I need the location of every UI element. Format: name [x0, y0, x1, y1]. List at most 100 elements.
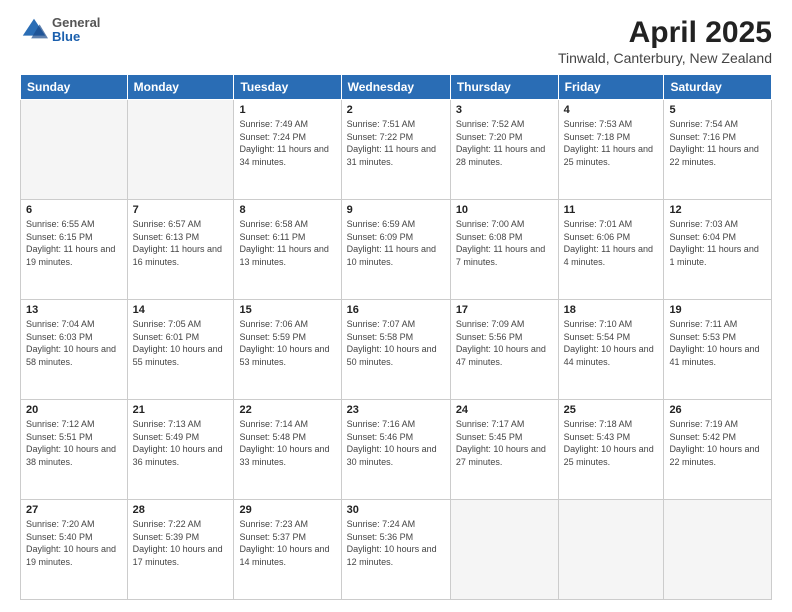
day-cell: 29 Sunrise: 7:23 AMSunset: 5:37 PMDayligh…	[234, 500, 341, 600]
day-number: 26	[669, 404, 766, 416]
day-number: 3	[456, 104, 553, 116]
weekday-wednesday: Wednesday	[341, 75, 450, 100]
day-cell: 7 Sunrise: 6:57 AMSunset: 6:13 PMDaylight…	[127, 200, 234, 300]
day-number: 11	[564, 204, 659, 216]
day-number: 23	[347, 404, 445, 416]
day-cell: 30 Sunrise: 7:24 AMSunset: 5:36 PMDayligh…	[341, 500, 450, 600]
day-number: 21	[133, 404, 229, 416]
day-number: 17	[456, 304, 553, 316]
day-cell: 15Sunrise: 7:06 AMSunset: 5:59 PMDayligh…	[234, 300, 341, 400]
day-number: 27	[26, 504, 122, 516]
day-cell: 23 Sunrise: 7:16 AMSunset: 5:46 PMDayligh…	[341, 400, 450, 500]
day-info: Sunrise: 7:52 AMSunset: 7:20 PMDaylight:…	[456, 118, 553, 168]
day-info: Sunrise: 7:49 AMSunset: 7:24 PMDaylight:…	[239, 118, 335, 168]
day-cell	[558, 500, 664, 600]
day-info: Sunrise: 7:24 AMSunset: 5:36 PMDaylight:…	[347, 518, 445, 568]
day-info: Sunrise: 7:07 AMSunset: 5:58 PMDaylight:…	[347, 318, 445, 368]
day-cell: 19 Sunrise: 7:11 AMSunset: 5:53 PMDayligh…	[664, 300, 772, 400]
day-info: Sunrise: 7:13 AMSunset: 5:49 PMDaylight:…	[133, 418, 229, 468]
week-row-3: 20 Sunrise: 7:12 AMSunset: 5:51 PMDayligh…	[21, 400, 772, 500]
day-number: 9	[347, 204, 445, 216]
day-info: Sunrise: 7:19 AMSunset: 5:42 PMDaylight:…	[669, 418, 766, 468]
weekday-tuesday: Tuesday	[234, 75, 341, 100]
day-cell	[450, 500, 558, 600]
day-info: Sunrise: 7:14 AMSunset: 5:48 PMDaylight:…	[239, 418, 335, 468]
weekday-friday: Friday	[558, 75, 664, 100]
day-number: 22	[239, 404, 335, 416]
day-info: Sunrise: 7:03 AMSunset: 6:04 PMDaylight:…	[669, 218, 766, 268]
weekday-monday: Monday	[127, 75, 234, 100]
day-info: Sunrise: 6:58 AMSunset: 6:11 PMDaylight:…	[239, 218, 335, 268]
calendar-table: SundayMondayTuesdayWednesdayThursdayFrid…	[20, 74, 772, 600]
day-cell: 2Sunrise: 7:51 AMSunset: 7:22 PMDaylight…	[341, 100, 450, 200]
day-cell: 10 Sunrise: 7:00 AMSunset: 6:08 PMDayligh…	[450, 200, 558, 300]
day-info: Sunrise: 6:59 AMSunset: 6:09 PMDaylight:…	[347, 218, 445, 268]
weekday-row: SundayMondayTuesdayWednesdayThursdayFrid…	[21, 75, 772, 100]
day-number: 14	[133, 304, 229, 316]
day-number: 12	[669, 204, 766, 216]
day-number: 18	[564, 304, 659, 316]
day-cell: 27 Sunrise: 7:20 AMSunset: 5:40 PMDayligh…	[21, 500, 128, 600]
day-number: 15	[239, 304, 335, 316]
day-cell: 6Sunrise: 6:55 AMSunset: 6:15 PMDaylight…	[21, 200, 128, 300]
day-number: 4	[564, 104, 659, 116]
day-number: 19	[669, 304, 766, 316]
day-number: 20	[26, 404, 122, 416]
day-number: 8	[239, 204, 335, 216]
day-cell: 26 Sunrise: 7:19 AMSunset: 5:42 PMDayligh…	[664, 400, 772, 500]
day-info: Sunrise: 7:11 AMSunset: 5:53 PMDaylight:…	[669, 318, 766, 368]
day-cell: 22 Sunrise: 7:14 AMSunset: 5:48 PMDayligh…	[234, 400, 341, 500]
day-cell: 3 Sunrise: 7:52 AMSunset: 7:20 PMDaylight…	[450, 100, 558, 200]
day-cell: 18Sunrise: 7:10 AMSunset: 5:54 PMDayligh…	[558, 300, 664, 400]
logo-text: General Blue	[52, 16, 100, 45]
day-number: 7	[133, 204, 229, 216]
day-cell	[127, 100, 234, 200]
week-row-1: 6Sunrise: 6:55 AMSunset: 6:15 PMDaylight…	[21, 200, 772, 300]
day-number: 5	[669, 104, 766, 116]
day-cell: 13 Sunrise: 7:04 AMSunset: 6:03 PMDayligh…	[21, 300, 128, 400]
day-number: 30	[347, 504, 445, 516]
day-cell: 8 Sunrise: 6:58 AMSunset: 6:11 PMDaylight…	[234, 200, 341, 300]
day-info: Sunrise: 7:16 AMSunset: 5:46 PMDaylight:…	[347, 418, 445, 468]
logo-blue: Blue	[52, 30, 100, 44]
day-cell: 9 Sunrise: 6:59 AMSunset: 6:09 PMDaylight…	[341, 200, 450, 300]
calendar-body: 1 Sunrise: 7:49 AMSunset: 7:24 PMDaylight…	[21, 100, 772, 600]
day-number: 24	[456, 404, 553, 416]
day-number: 1	[239, 104, 335, 116]
day-number: 16	[347, 304, 445, 316]
calendar-subtitle: Tinwald, Canterbury, New Zealand	[558, 50, 772, 66]
day-cell	[664, 500, 772, 600]
day-cell: 16 Sunrise: 7:07 AMSunset: 5:58 PMDayligh…	[341, 300, 450, 400]
day-number: 10	[456, 204, 553, 216]
weekday-saturday: Saturday	[664, 75, 772, 100]
day-info: Sunrise: 7:22 AMSunset: 5:39 PMDaylight:…	[133, 518, 229, 568]
weekday-sunday: Sunday	[21, 75, 128, 100]
day-cell: 5 Sunrise: 7:54 AMSunset: 7:16 PMDaylight…	[664, 100, 772, 200]
day-number: 6	[26, 204, 122, 216]
day-number: 28	[133, 504, 229, 516]
day-cell: 1 Sunrise: 7:49 AMSunset: 7:24 PMDaylight…	[234, 100, 341, 200]
logo: General Blue	[20, 16, 100, 45]
day-number: 29	[239, 504, 335, 516]
day-info: Sunrise: 7:00 AMSunset: 6:08 PMDaylight:…	[456, 218, 553, 268]
day-cell: 25Sunrise: 7:18 AMSunset: 5:43 PMDayligh…	[558, 400, 664, 500]
page: General Blue April 2025 Tinwald, Canterb…	[0, 0, 792, 612]
title-block: April 2025 Tinwald, Canterbury, New Zeal…	[558, 16, 772, 66]
day-info: Sunrise: 7:12 AMSunset: 5:51 PMDaylight:…	[26, 418, 122, 468]
day-info: Sunrise: 6:57 AMSunset: 6:13 PMDaylight:…	[133, 218, 229, 268]
day-info: Sunrise: 7:23 AMSunset: 5:37 PMDaylight:…	[239, 518, 335, 568]
day-cell: 4Sunrise: 7:53 AMSunset: 7:18 PMDaylight…	[558, 100, 664, 200]
day-info: Sunrise: 7:54 AMSunset: 7:16 PMDaylight:…	[669, 118, 766, 168]
week-row-4: 27 Sunrise: 7:20 AMSunset: 5:40 PMDayligh…	[21, 500, 772, 600]
day-info: Sunrise: 7:05 AMSunset: 6:01 PMDaylight:…	[133, 318, 229, 368]
day-cell: 12 Sunrise: 7:03 AMSunset: 6:04 PMDayligh…	[664, 200, 772, 300]
day-number: 13	[26, 304, 122, 316]
day-info: Sunrise: 7:20 AMSunset: 5:40 PMDaylight:…	[26, 518, 122, 568]
day-info: Sunrise: 7:51 AMSunset: 7:22 PMDaylight:…	[347, 118, 445, 168]
day-cell: 20 Sunrise: 7:12 AMSunset: 5:51 PMDayligh…	[21, 400, 128, 500]
day-info: Sunrise: 7:04 AMSunset: 6:03 PMDaylight:…	[26, 318, 122, 368]
day-info: Sunrise: 7:09 AMSunset: 5:56 PMDaylight:…	[456, 318, 553, 368]
day-cell: 14 Sunrise: 7:05 AMSunset: 6:01 PMDayligh…	[127, 300, 234, 400]
day-info: Sunrise: 7:18 AMSunset: 5:43 PMDaylight:…	[564, 418, 659, 468]
logo-icon	[20, 16, 48, 44]
